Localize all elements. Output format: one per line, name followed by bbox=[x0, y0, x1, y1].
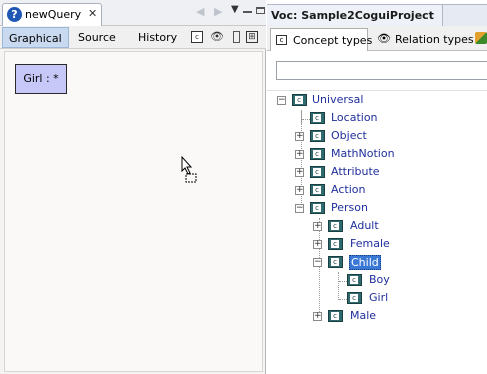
collapse-icon[interactable]: − bbox=[313, 258, 322, 267]
tree-label: Action bbox=[331, 183, 366, 196]
more-tabs-icon[interactable] bbox=[475, 32, 487, 44]
tree-label-selected: Child bbox=[349, 255, 381, 270]
concept-type-icon bbox=[328, 310, 343, 322]
tab-relation-types[interactable]: 👁 Relation types bbox=[371, 28, 474, 51]
vocabulary-title[interactable]: Voc: Sample2CoguiProject bbox=[267, 5, 443, 27]
document-icon[interactable] bbox=[233, 31, 240, 43]
tab-concept-types-label: Concept types bbox=[293, 34, 373, 47]
expand-icon[interactable]: + bbox=[295, 132, 304, 141]
view-tab-bar: Graphical Source History c 👁 ⊞ bbox=[0, 26, 266, 49]
vocabulary-pane: Voc: Sample2CoguiProject c Concept types… bbox=[267, 0, 487, 374]
minimize-icon[interactable] bbox=[243, 11, 252, 13]
concept-node-girl[interactable]: Girl : * bbox=[15, 64, 67, 94]
tree-node-object[interactable]: + Object bbox=[267, 128, 487, 146]
help-icon: ? bbox=[7, 7, 22, 22]
expand-icon[interactable]: + bbox=[313, 240, 322, 249]
concept-type-icon bbox=[347, 274, 362, 286]
graph-canvas[interactable]: Girl : * bbox=[4, 51, 263, 372]
query-editor-pane: ? newQuery ✕ ◀ ▶ ▼ Graphical Source Hist… bbox=[0, 0, 266, 374]
expand-icon[interactable]: + bbox=[295, 150, 304, 159]
maximize-icon[interactable] bbox=[256, 7, 265, 14]
tree-node-action[interactable]: + Action bbox=[267, 182, 487, 200]
collapse-icon[interactable]: − bbox=[295, 204, 304, 213]
mouse-cursor-icon bbox=[181, 156, 197, 183]
tree-label: Attribute bbox=[331, 165, 380, 178]
tree-node-mathnotion[interactable]: + MathNotion bbox=[267, 146, 487, 164]
tab-concept-types[interactable]: c Concept types bbox=[270, 28, 372, 51]
tree-node-male[interactable]: + Male bbox=[267, 308, 487, 326]
filter-input[interactable] bbox=[276, 61, 487, 80]
tab-source[interactable]: Source bbox=[72, 27, 122, 48]
concept-type-icon bbox=[328, 256, 343, 268]
tree-label: Location bbox=[331, 111, 378, 124]
vocabulary-header: Voc: Sample2CoguiProject bbox=[267, 4, 487, 27]
editor-tab-label: newQuery bbox=[25, 8, 82, 21]
tree-node-universal[interactable]: − Universal bbox=[267, 92, 487, 110]
grid-icon[interactable]: ⊞ bbox=[246, 31, 258, 43]
tree-node-location[interactable]: Location bbox=[267, 110, 487, 128]
concept-type-icon bbox=[328, 238, 343, 250]
expand-icon[interactable]: + bbox=[295, 186, 304, 195]
tree-label: MathNotion bbox=[331, 147, 395, 160]
editor-tab-bar: ? newQuery ✕ ◀ ▶ ▼ bbox=[0, 0, 266, 26]
back-arrow-icon[interactable]: ◀ bbox=[196, 5, 204, 18]
concept-type-icon bbox=[310, 184, 325, 196]
eye-icon: 👁 bbox=[377, 32, 391, 45]
tree-label: Universal bbox=[312, 93, 364, 106]
view-menu-icon[interactable]: ▼ bbox=[231, 4, 239, 15]
expand-icon[interactable]: + bbox=[313, 222, 322, 231]
editor-tab-newquery[interactable]: ? newQuery ✕ bbox=[2, 3, 102, 26]
tab-graphical[interactable]: Graphical bbox=[2, 27, 69, 48]
tree-node-female[interactable]: + Female bbox=[267, 236, 487, 254]
concept-type-icon bbox=[310, 148, 325, 160]
concept-type-icon bbox=[310, 202, 325, 214]
concept-type-icon bbox=[310, 130, 325, 142]
vocabulary-tab-bar: c Concept types 👁 Relation types bbox=[267, 26, 487, 51]
tree-label: Female bbox=[350, 237, 390, 250]
concept-type-icon bbox=[310, 112, 325, 124]
tree-label: Male bbox=[350, 309, 377, 322]
tab-history[interactable]: History bbox=[132, 27, 183, 48]
concept-tool-icon[interactable]: c bbox=[191, 31, 203, 43]
tree-node-boy[interactable]: Boy bbox=[267, 272, 487, 290]
tree-node-adult[interactable]: + Adult bbox=[267, 218, 487, 236]
concept-type-tree: − Universal Location + Object + MathNoti… bbox=[267, 90, 487, 374]
tree-node-attribute[interactable]: + Attribute bbox=[267, 164, 487, 182]
tree-label: Adult bbox=[350, 219, 379, 232]
expand-icon[interactable]: + bbox=[295, 168, 304, 177]
tree-label: Object bbox=[331, 129, 367, 142]
tree-label: Girl bbox=[369, 291, 389, 304]
tab-relation-types-label: Relation types bbox=[395, 33, 474, 46]
forward-arrow-icon[interactable]: ▶ bbox=[214, 5, 222, 18]
collapse-icon[interactable]: − bbox=[277, 96, 286, 105]
concept-type-icon bbox=[328, 220, 343, 232]
concept-type-icon: c bbox=[276, 35, 287, 45]
tree-node-girl[interactable]: Girl bbox=[267, 290, 487, 308]
tree-node-person[interactable]: − Person bbox=[267, 200, 487, 218]
concept-type-icon bbox=[347, 292, 362, 304]
close-tab-icon[interactable]: ✕ bbox=[88, 7, 97, 20]
tree-label: Boy bbox=[369, 273, 390, 286]
tree-label: Person bbox=[331, 201, 368, 214]
eye-icon[interactable]: 👁 bbox=[210, 31, 224, 43]
tree-node-child[interactable]: − Child bbox=[267, 254, 487, 272]
concept-type-icon bbox=[310, 166, 325, 178]
concept-type-icon bbox=[292, 94, 307, 106]
expand-icon[interactable]: + bbox=[313, 312, 322, 321]
